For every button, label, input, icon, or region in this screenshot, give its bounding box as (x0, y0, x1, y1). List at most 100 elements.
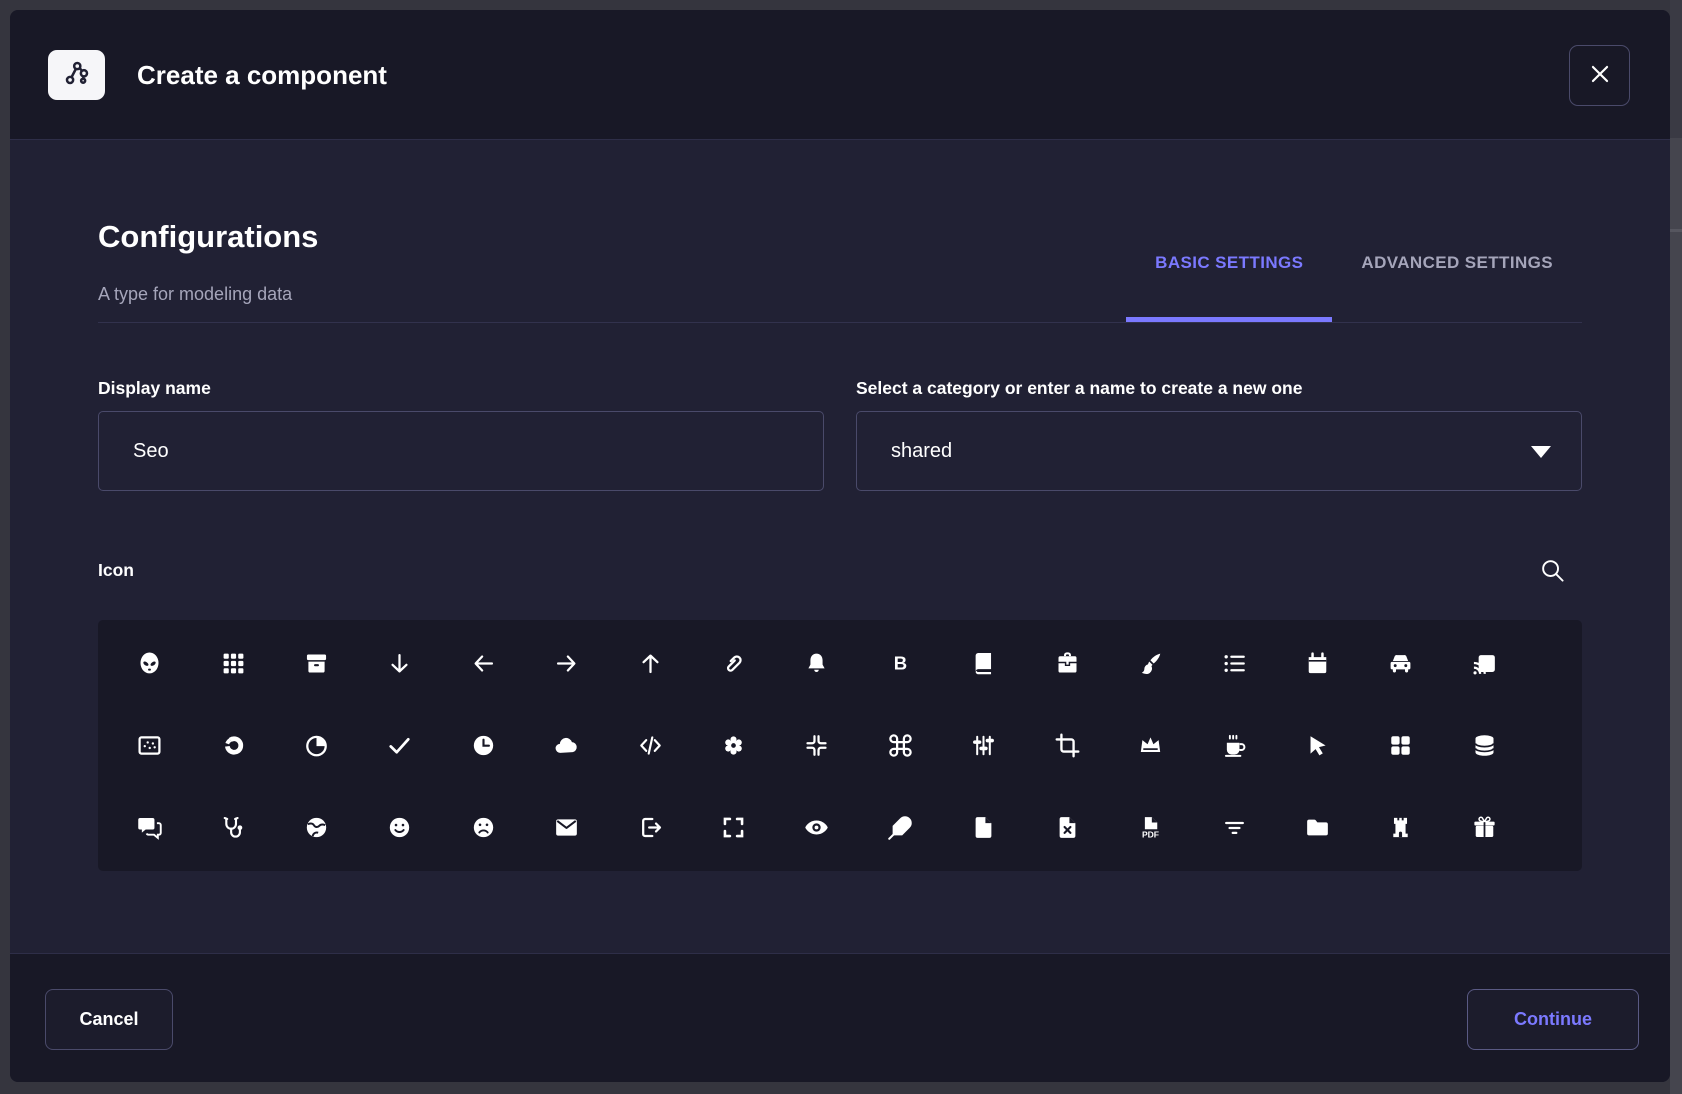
icon-option-archive[interactable] (275, 624, 358, 706)
gift-icon (1471, 814, 1498, 844)
component-icon (61, 57, 93, 94)
icon-option-book[interactable] (942, 624, 1025, 706)
close-button[interactable] (1569, 45, 1630, 106)
icon-option-command[interactable] (859, 706, 942, 788)
icon-option-arrow-down[interactable] (358, 624, 441, 706)
earth-icon (303, 814, 330, 844)
feather-icon (887, 814, 914, 844)
tab-basic-settings[interactable]: BASIC SETTINGS (1126, 253, 1332, 322)
icon-option-discuss[interactable] (108, 788, 191, 870)
collapse-icon (803, 732, 830, 762)
file-pdf-icon: PDF (1137, 814, 1164, 844)
close-icon (1587, 61, 1613, 90)
dashboard-icon (1387, 732, 1414, 762)
icon-option-doctor[interactable] (191, 788, 274, 870)
icon-option-folder[interactable] (1276, 788, 1359, 870)
icon-option-brush[interactable] (1109, 624, 1192, 706)
icon-option-cloud[interactable] (525, 706, 608, 788)
tab-advanced-settings[interactable]: ADVANCED SETTINGS (1332, 253, 1582, 322)
page-backdrop-divider (1670, 229, 1682, 232)
icon-option-clock[interactable] (442, 706, 525, 788)
cancel-button[interactable]: Cancel (45, 989, 173, 1050)
display-name-input[interactable] (98, 411, 824, 491)
icon-option-gift[interactable] (1443, 788, 1526, 870)
icon-option-arrow-left[interactable] (442, 624, 525, 706)
icon-option-email[interactable] (525, 788, 608, 870)
icon-option-eye[interactable] (775, 788, 858, 870)
icon-option-feather[interactable] (859, 788, 942, 870)
discuss-icon (136, 814, 163, 844)
continue-button[interactable]: Continue (1467, 989, 1639, 1050)
page-subtitle: A type for modeling data (98, 282, 318, 306)
icon-option-alien[interactable] (108, 624, 191, 706)
modal-header: Create a component (10, 10, 1670, 140)
icon-option-chart-pie[interactable] (275, 706, 358, 788)
icon-option-controls[interactable] (942, 706, 1025, 788)
icon-option-bullet-list[interactable] (1192, 624, 1275, 706)
brush-icon (1137, 650, 1164, 680)
castle-icon (1387, 814, 1414, 844)
svg-text:B: B (894, 653, 907, 674)
icon-option-collapse[interactable] (775, 706, 858, 788)
page-title: Configurations (98, 218, 318, 256)
car-icon (1387, 650, 1414, 680)
category-select[interactable]: shared (856, 411, 1582, 491)
cast-icon (1471, 650, 1498, 680)
configurations-heading-block: Configurations A type for modeling data (98, 218, 318, 306)
icon-option-expand[interactable] (692, 788, 775, 870)
tabs-divider (98, 322, 1582, 323)
archive-icon (303, 650, 330, 680)
cursor-icon (1304, 732, 1331, 762)
icon-option-check[interactable] (358, 706, 441, 788)
icon-option-earth[interactable] (275, 788, 358, 870)
arrow-left-icon (470, 650, 497, 680)
controls-icon (970, 732, 997, 762)
icon-option-crown[interactable] (1109, 706, 1192, 788)
icon-option-cursor[interactable] (1276, 706, 1359, 788)
icon-option-cog[interactable] (692, 706, 775, 788)
icon-option-arrow-up[interactable] (608, 624, 691, 706)
icon-option-bold[interactable]: B (859, 624, 942, 706)
icon-option-car[interactable] (1359, 624, 1442, 706)
modal-footer: Cancel Continue (10, 953, 1670, 1082)
icon-option-crop[interactable] (1026, 706, 1109, 788)
file-icon (970, 814, 997, 844)
icon-option-bell[interactable] (775, 624, 858, 706)
icon-option-briefcase[interactable] (1026, 624, 1109, 706)
icon-option-cast[interactable] (1443, 624, 1526, 706)
icon-option-dashboard[interactable] (1359, 706, 1442, 788)
svg-text:PDF: PDF (1142, 830, 1159, 840)
arrow-up-icon (637, 650, 664, 680)
command-icon (887, 732, 914, 762)
file-error-icon (1054, 814, 1081, 844)
chart-circle-icon (220, 732, 247, 762)
icon-option-chart-circle[interactable] (191, 706, 274, 788)
icon-option-file-pdf[interactable]: PDF (1109, 788, 1192, 870)
arrow-down-icon (386, 650, 413, 680)
code-icon (637, 732, 664, 762)
icon-option-calendar[interactable] (1276, 624, 1359, 706)
icon-section-label: Icon (98, 560, 134, 581)
icon-option-code[interactable] (608, 706, 691, 788)
briefcase-icon (1054, 650, 1081, 680)
icon-option-emotion-unhappy[interactable] (442, 788, 525, 870)
search-icon (1539, 557, 1566, 587)
icon-option-database[interactable] (1443, 706, 1526, 788)
icon-option-arrow-right[interactable] (525, 624, 608, 706)
arrow-right-icon (553, 650, 580, 680)
search-icon-button[interactable] (1534, 554, 1570, 590)
emotion-unhappy-icon (470, 814, 497, 844)
cog-icon (720, 732, 747, 762)
icon-option-attachment[interactable] (692, 624, 775, 706)
icon-option-chart-bubble[interactable] (108, 706, 191, 788)
icon-option-apps[interactable] (191, 624, 274, 706)
icon-option-emotion-happy[interactable] (358, 788, 441, 870)
icon-option-cup[interactable] (1192, 706, 1275, 788)
icon-option-exit[interactable] (608, 788, 691, 870)
email-icon (553, 814, 580, 844)
icon-option-filter[interactable] (1192, 788, 1275, 870)
icon-option-file-error[interactable] (1026, 788, 1109, 870)
icon-option-file[interactable] (942, 788, 1025, 870)
icon-option-castle[interactable] (1359, 788, 1442, 870)
settings-tabs: BASIC SETTINGS ADVANCED SETTINGS (1126, 253, 1582, 322)
